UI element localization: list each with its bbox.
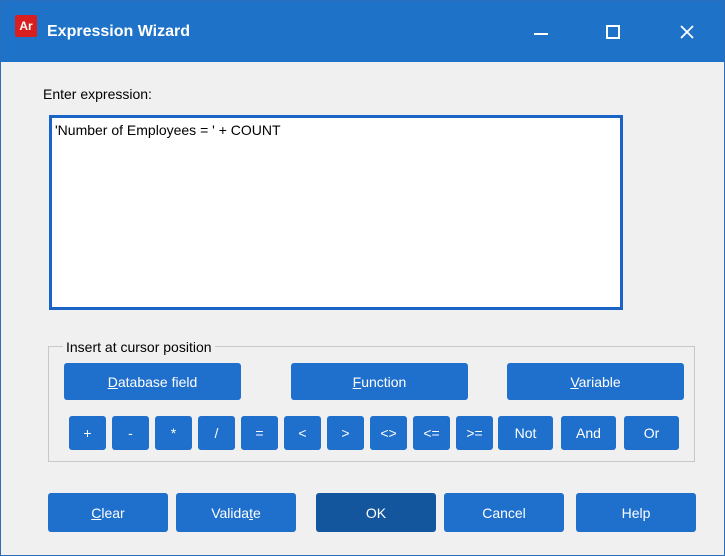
operator-greater-than-button[interactable]: > bbox=[327, 416, 364, 450]
close-button[interactable] bbox=[657, 1, 717, 62]
expression-wizard-dialog: Ar Expression Wizard Enter expression: '… bbox=[0, 0, 725, 556]
operator-greater-equal-button[interactable]: >= bbox=[456, 416, 493, 450]
insert-group-legend: Insert at cursor position bbox=[63, 339, 215, 355]
expression-input[interactable]: 'Number of Employees = ' + COUNT bbox=[49, 115, 623, 310]
validate-label: Validate bbox=[211, 504, 261, 521]
window-title: Expression Wizard bbox=[47, 23, 191, 40]
operator-not-button[interactable]: Not bbox=[498, 416, 553, 450]
app-logo-icon: Ar bbox=[15, 15, 37, 37]
variable-button[interactable]: Variable bbox=[507, 363, 684, 400]
maximize-icon bbox=[606, 24, 620, 39]
operator-less-than-button[interactable]: < bbox=[284, 416, 321, 450]
minimize-icon bbox=[534, 32, 548, 35]
operator-multiply-button[interactable]: * bbox=[155, 416, 192, 450]
database-field-label: Database field bbox=[107, 373, 198, 390]
operator-equals-button[interactable]: = bbox=[241, 416, 278, 450]
help-button[interactable]: Help bbox=[576, 493, 696, 532]
operator-or-button[interactable]: Or bbox=[624, 416, 679, 450]
title-bar[interactable]: Ar Expression Wizard bbox=[1, 1, 724, 62]
operator-not-equal-button[interactable]: <> bbox=[370, 416, 407, 450]
ok-button[interactable]: OK bbox=[316, 493, 436, 532]
close-icon bbox=[680, 24, 694, 39]
operator-plus-button[interactable]: + bbox=[69, 416, 106, 450]
maximize-button[interactable] bbox=[583, 1, 643, 62]
function-label: Function bbox=[352, 373, 407, 390]
clear-button[interactable]: Clear bbox=[48, 493, 168, 532]
operator-divide-button[interactable]: / bbox=[198, 416, 235, 450]
validate-button[interactable]: Validate bbox=[176, 493, 296, 532]
function-button[interactable]: Function bbox=[291, 363, 468, 400]
operator-and-button[interactable]: And bbox=[561, 416, 616, 450]
cancel-button[interactable]: Cancel bbox=[444, 493, 564, 532]
variable-label: Variable bbox=[570, 373, 621, 390]
expression-label: Enter expression: bbox=[43, 86, 152, 102]
minimize-button[interactable] bbox=[511, 1, 571, 62]
operator-less-equal-button[interactable]: <= bbox=[413, 416, 450, 450]
database-field-button[interactable]: Database field bbox=[64, 363, 241, 400]
operator-minus-button[interactable]: - bbox=[112, 416, 149, 450]
clear-label: Clear bbox=[91, 504, 125, 521]
